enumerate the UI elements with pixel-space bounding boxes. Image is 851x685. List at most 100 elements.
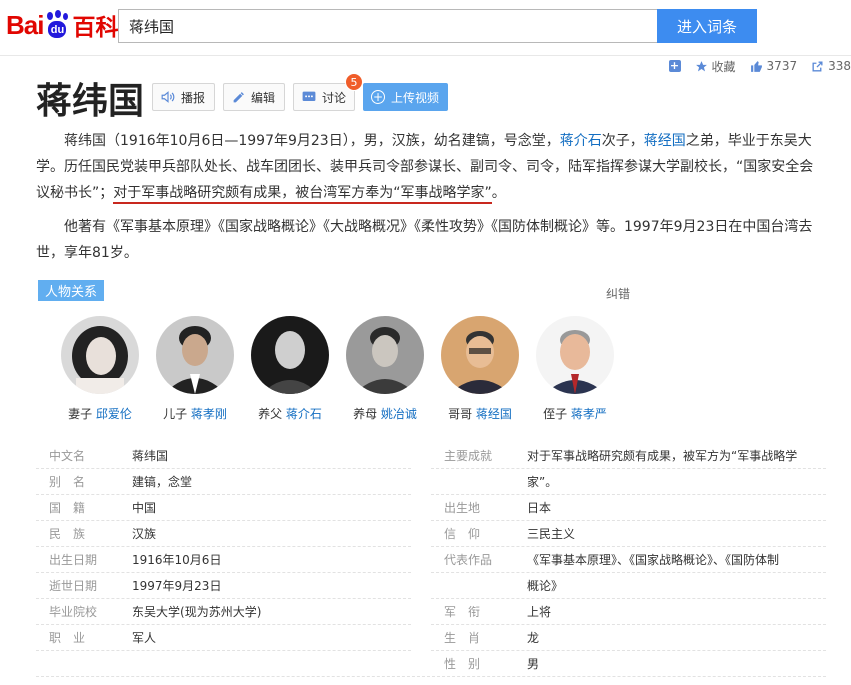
relation-label: 养父 xyxy=(258,407,283,421)
info-value: 蒋纬国 xyxy=(132,448,169,463)
summary-text: 次子， xyxy=(601,133,644,149)
person-name-link[interactable]: 蒋介石 xyxy=(286,407,322,421)
info-row: 民 族 汉族 xyxy=(36,520,156,546)
plus-circle-icon: + xyxy=(371,90,385,104)
relation-label: 儿子 xyxy=(163,407,188,421)
link-jiang-jieshi[interactable]: 蒋介石 xyxy=(560,133,602,149)
avatar[interactable] xyxy=(346,316,424,394)
discuss-label: 讨论 xyxy=(322,90,347,105)
info-value-link[interactable]: 三民主义 xyxy=(527,525,575,542)
divider xyxy=(36,676,826,677)
share-icon xyxy=(812,60,823,72)
upload-video-button[interactable]: + 上传视频 xyxy=(363,83,448,111)
info-value: 日本 xyxy=(527,500,552,515)
avatar[interactable] xyxy=(156,316,234,394)
info-value-link[interactable]: 中国 xyxy=(132,499,156,516)
info-row: 性 别男 xyxy=(431,650,539,676)
play-label: 播报 xyxy=(181,90,206,105)
share-count: 338 xyxy=(828,59,851,73)
relation-label: 妻子 xyxy=(68,407,93,421)
info-row: 中文名 蒋纬国 xyxy=(36,442,168,468)
link-jiang-jingguo[interactable]: 蒋经国 xyxy=(644,133,686,149)
info-value: 概论》 xyxy=(527,578,564,593)
person-card[interactable]: 侄子 蒋孝严 xyxy=(533,316,617,422)
avatar[interactable] xyxy=(536,316,614,394)
page-title: 蒋纬国 xyxy=(36,81,145,122)
summary-paragraph-1: 蒋纬国（1916年10月6日—1997年9月23日），男，汉族，幼名建镐，号念堂… xyxy=(36,128,826,206)
enter-entry-button[interactable]: 进入词条 xyxy=(657,9,757,43)
info-value: 龙 xyxy=(527,630,540,645)
divider xyxy=(36,494,411,495)
divider xyxy=(36,624,411,625)
search-input-value: 蒋纬国 xyxy=(129,17,175,36)
person-card[interactable]: 养父 蒋介石 xyxy=(248,316,332,422)
person-card[interactable]: 养母 姚冶诚 xyxy=(343,316,427,422)
info-row: 别 名 建镐，念堂 xyxy=(36,468,192,494)
info-key: 职 业 xyxy=(49,630,86,645)
share-button[interactable]: 338 xyxy=(811,59,851,73)
info-row: 代表作品 《军事基本原理》、《国家战略概论》、《国防体制 xyxy=(431,546,779,572)
logo-text-bai: Bai xyxy=(6,9,44,40)
person-name-link[interactable]: 蒋孝刚 xyxy=(191,407,227,421)
top-bar: Bai du 百科 蒋纬国 进入词条 xyxy=(0,0,851,56)
person-name-link[interactable]: 蒋经国 xyxy=(476,407,512,421)
summary-text: 蒋纬国（1916年10月6日—1997年9月23日），男，汉族，幼名建镐，号念堂… xyxy=(64,133,560,149)
info-row: 国 籍 中国 xyxy=(36,494,156,520)
star-icon xyxy=(695,60,707,71)
info-row: 主要成就 对于军事战略研究颇有成果，被军方为“军事战略学 xyxy=(431,442,797,468)
relation-label: 侄子 xyxy=(543,407,568,421)
person-card[interactable]: 妻子 邱爱伦 xyxy=(58,316,142,422)
person-name-link[interactable]: 邱爱伦 xyxy=(96,407,132,421)
info-key: 逝世日期 xyxy=(49,578,98,593)
like-button[interactable]: 3737 xyxy=(750,59,798,73)
info-row: 军 衔 上将 xyxy=(431,598,551,624)
info-value: (现为苏州大学) xyxy=(180,604,262,619)
divider xyxy=(431,494,826,495)
info-row: 家”。 xyxy=(431,468,557,494)
info-row: 概论》 xyxy=(431,572,563,598)
divider xyxy=(431,546,826,547)
info-value-link[interactable]: 上将 xyxy=(527,603,551,620)
info-key: 出生地 xyxy=(444,500,481,515)
info-key: 出生日期 xyxy=(49,552,98,567)
add-button[interactable]: + xyxy=(668,60,681,72)
info-value: 男 xyxy=(527,656,540,671)
divider xyxy=(36,572,411,573)
logo-text-baike: 百科 xyxy=(72,15,119,41)
avatar[interactable] xyxy=(441,316,519,394)
play-audio-button[interactable]: 播报 xyxy=(152,83,215,111)
search-input[interactable]: 蒋纬国 xyxy=(118,9,658,43)
thumbs-up-icon xyxy=(750,60,762,72)
person-card[interactable]: 哥哥 蒋经国 xyxy=(438,316,522,422)
info-row: 生 肖龙 xyxy=(431,624,539,650)
relation-label: 哥哥 xyxy=(448,407,473,421)
report-error-link[interactable]: 纠错 xyxy=(606,285,630,302)
baidu-baike-logo[interactable]: Bai du 百科 xyxy=(6,8,118,42)
relations-tag: 人物关系 xyxy=(38,280,105,301)
info-row: 出生地 日本 xyxy=(431,494,551,520)
info-key: 性 别 xyxy=(444,656,481,671)
relation-label: 养母 xyxy=(353,407,378,421)
collect-label: 收藏 xyxy=(711,59,736,74)
person-name-link[interactable]: 姚冶诚 xyxy=(381,407,417,421)
avatar[interactable] xyxy=(61,316,139,394)
collect-button[interactable]: 收藏 xyxy=(695,58,736,75)
divider xyxy=(36,468,411,469)
avatar[interactable] xyxy=(251,316,329,394)
person-card[interactable]: 儿子 蒋孝刚 xyxy=(153,316,237,422)
divider xyxy=(36,546,411,547)
divider xyxy=(431,468,826,469)
divider xyxy=(431,650,826,651)
person-name-link[interactable]: 蒋孝严 xyxy=(571,407,607,421)
info-value: 1997年9月23日 xyxy=(132,578,222,593)
edit-button[interactable]: 编辑 xyxy=(223,83,285,111)
speaker-icon xyxy=(161,91,175,103)
info-key: 别 名 xyxy=(49,474,86,489)
info-value: 汉族 xyxy=(132,526,157,541)
info-key: 民 族 xyxy=(49,526,86,541)
info-key: 军 衔 xyxy=(444,604,481,619)
info-value-link[interactable]: 东吴大学 xyxy=(132,603,180,620)
info-row: 毕业院校 东吴大学 (现为苏州大学) xyxy=(36,598,261,624)
edit-label: 编辑 xyxy=(251,90,276,105)
like-count: 3737 xyxy=(766,59,798,73)
